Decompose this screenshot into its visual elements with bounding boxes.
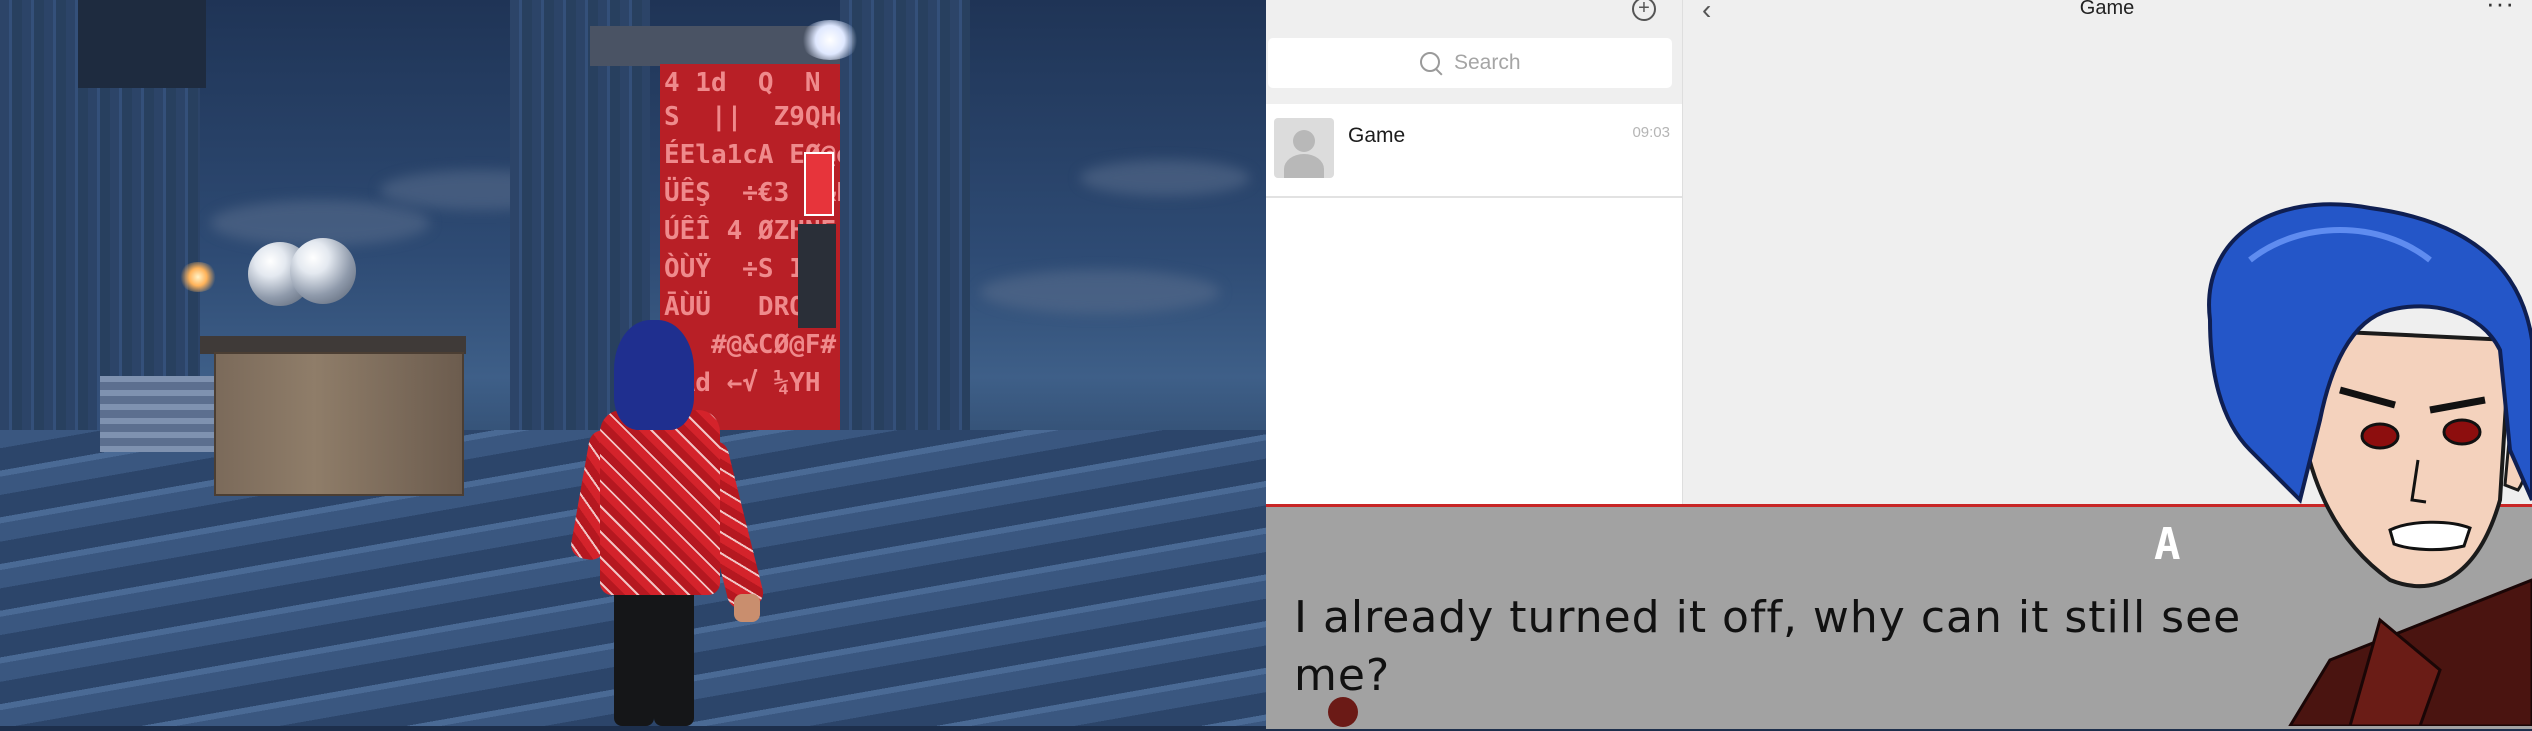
ceiling-block bbox=[78, 0, 206, 88]
search-placeholder: Search bbox=[1454, 51, 1521, 74]
red-logo-sign bbox=[804, 152, 834, 216]
game-viewport[interactable]: 4 1d Q N S || Z9QHd4 ÉEla1cA EØ@e ÜÊŞ ÷€… bbox=[0, 0, 1266, 726]
ceiling-light bbox=[800, 20, 860, 60]
wall-doorway bbox=[798, 224, 836, 328]
person-icon bbox=[1293, 130, 1315, 152]
conversation-title: Game bbox=[2079, 0, 2135, 19]
cloud bbox=[980, 270, 1220, 314]
character-leg bbox=[614, 580, 654, 726]
plus-circle-icon[interactable]: + bbox=[1632, 0, 1656, 21]
search-input[interactable]: Search bbox=[1268, 38, 1672, 88]
dialogue-text: I already turned it off, why can it stil… bbox=[1294, 592, 2242, 701]
portrait-svg bbox=[2207, 202, 2532, 728]
wall-text-row: 4 1d Q N bbox=[664, 68, 821, 98]
chat-time: 09:03 bbox=[1632, 124, 1670, 141]
wooden-table bbox=[214, 352, 464, 496]
avatar bbox=[1274, 118, 1334, 178]
chat-name: Game bbox=[1348, 124, 1406, 147]
character-torso bbox=[600, 410, 720, 595]
chat-list-item[interactable]: Game 09:03 bbox=[1266, 104, 1682, 198]
character-leg bbox=[654, 580, 694, 726]
cloud bbox=[1080, 160, 1250, 196]
person-icon-body bbox=[1284, 154, 1324, 178]
character-portrait bbox=[2180, 200, 2532, 728]
character-head bbox=[614, 320, 694, 430]
wall-text-row: S || Z9QHd4 bbox=[664, 102, 840, 132]
chat-list-header: + Search bbox=[1266, 0, 1682, 104]
blood-splatter bbox=[1328, 697, 1358, 727]
chat-list-panel: + Search Game 09:03 bbox=[1266, 0, 1683, 504]
character-hand bbox=[734, 594, 760, 622]
more-options-icon[interactable]: ··· bbox=[2486, 0, 2515, 19]
wall-lamp bbox=[178, 262, 218, 292]
search-icon bbox=[1420, 52, 1440, 72]
speaker-name: A bbox=[2154, 519, 2181, 570]
chrome-orb[interactable] bbox=[290, 238, 356, 304]
